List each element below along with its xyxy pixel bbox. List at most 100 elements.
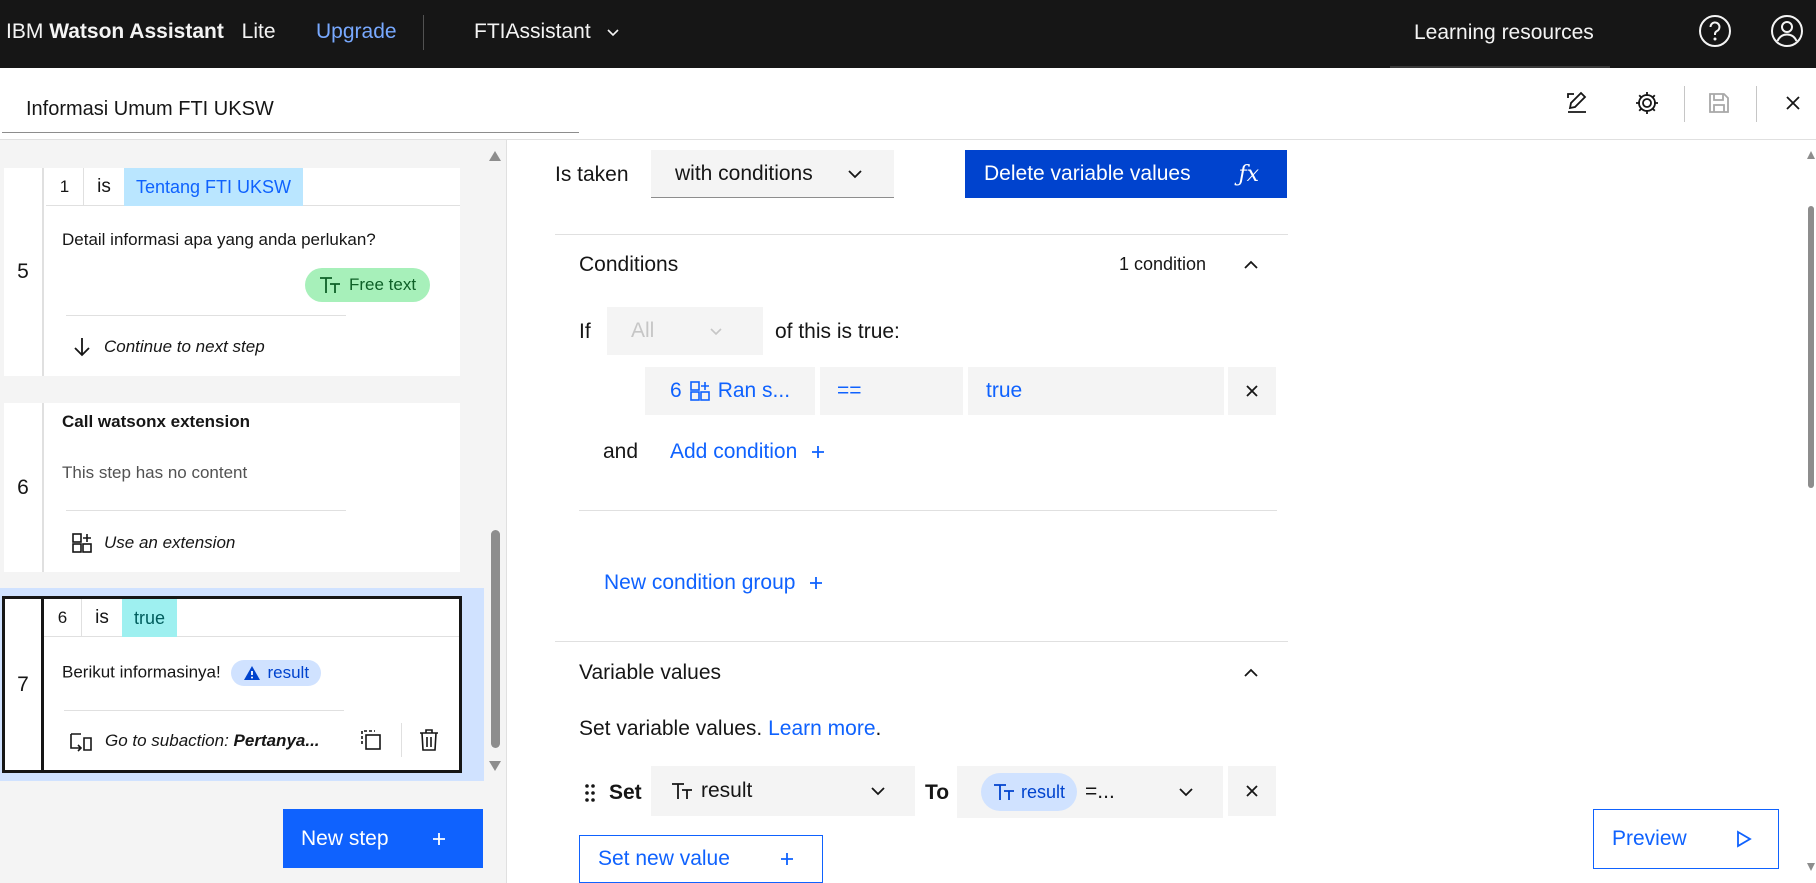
all-any-dropdown[interactable]: All: [607, 307, 763, 355]
user-icon[interactable]: [1770, 14, 1804, 48]
step-number: 7: [5, 599, 44, 770]
step-condition[interactable]: 1 is Tentang FTI UKSW: [46, 167, 460, 206]
value-variable-name: result: [1021, 781, 1066, 802]
panel-divider: [506, 140, 507, 883]
all-any-value: All: [631, 319, 655, 342]
condition-value-tag: Tentang FTI UKSW: [124, 167, 304, 206]
value-expression: =...: [1085, 780, 1115, 803]
step-divider: [66, 510, 346, 511]
save-icon[interactable]: [1706, 90, 1732, 116]
header-divider: [1756, 86, 1757, 122]
delete-variable-values-button[interactable]: Delete variable values ƒx: [965, 150, 1287, 198]
step-card-selected[interactable]: 7 6 is true Berikut informasinya! result…: [2, 596, 462, 773]
text-type-icon: [319, 276, 341, 294]
condition-value-field[interactable]: true: [968, 367, 1224, 415]
assistant-switcher[interactable]: FTIAssistant: [474, 20, 621, 44]
step-number: 5: [4, 168, 44, 376]
topbar-divider: [423, 15, 424, 50]
step-divider: [64, 710, 344, 711]
assistant-name: FTIAssistant: [474, 20, 591, 43]
step-text: Detail informasi apa yang anda perlukan?: [62, 230, 376, 249]
value-variable-tag: result: [981, 773, 1078, 811]
variable-values-title: Variable values: [579, 661, 722, 684]
upgrade-link[interactable]: Upgrade: [316, 20, 397, 44]
step-condition[interactable]: 6 is true: [44, 598, 459, 637]
step-footer-text: Continue to next step: [104, 337, 265, 356]
function-icon: ƒx: [1238, 161, 1259, 187]
is-taken-dropdown[interactable]: with conditions: [651, 150, 894, 198]
chevron-down-icon: [708, 323, 724, 339]
step-footer: Continue to next step: [72, 336, 265, 358]
preview-button[interactable]: Preview: [1593, 809, 1779, 869]
text-type-icon: [671, 782, 693, 800]
product-name[interactable]: IBM Watson Assistant Lite: [6, 20, 276, 44]
chevron-down-icon: [869, 782, 887, 800]
delete-variable-values-label: Delete variable values: [984, 162, 1191, 185]
step-text: Berikut informasinya! result: [62, 660, 322, 686]
chevron-up-icon[interactable]: [1242, 664, 1260, 682]
new-condition-group-button[interactable]: New condition group: [604, 571, 823, 595]
condition-subject[interactable]: 6 Ran s...: [645, 367, 815, 415]
step-number: 6: [4, 403, 44, 572]
chevron-down-icon: [1177, 783, 1195, 801]
free-text-tag: Free text: [305, 268, 431, 302]
description-period: .: [875, 717, 882, 740]
step-footer: Go to subaction: Pertanya...: [69, 730, 320, 752]
close-icon[interactable]: [1780, 90, 1806, 116]
step-divider: [66, 315, 346, 316]
extension-icon: [689, 381, 710, 401]
play-icon: [1734, 830, 1752, 848]
condition-operator-dropdown[interactable]: ==: [820, 367, 963, 415]
learning-resources-indicator: [1390, 66, 1610, 68]
free-text-label: Free text: [349, 275, 417, 294]
variable-values-description: Set variable values. Learn more.: [579, 717, 881, 741]
step-text-content: Berikut informasinya!: [62, 662, 221, 682]
variable-value-dropdown[interactable]: result =...: [957, 766, 1223, 818]
steps-scroll-thumb[interactable]: [491, 530, 500, 748]
action-title-input[interactable]: Informasi Umum FTI UKSW: [2, 88, 579, 133]
condition-step-number: 6: [44, 598, 82, 637]
step-title: Call watsonx extension: [62, 412, 250, 431]
editor-scroll-thumb[interactable]: [1808, 206, 1814, 488]
text-type-icon: [993, 783, 1015, 801]
settings-icon[interactable]: [1634, 90, 1660, 116]
help-icon[interactable]: [1698, 14, 1732, 48]
variable-name: result: [267, 663, 310, 682]
learn-more-link[interactable]: Learn more: [768, 717, 875, 740]
condition-subject-name: Ran s...: [717, 379, 791, 402]
scroll-down-icon[interactable]: [1806, 862, 1816, 872]
variable-name: result: [701, 779, 753, 802]
add-condition-label: Add condition: [670, 440, 798, 463]
subaction-target[interactable]: Pertanya...: [234, 731, 320, 750]
variable-tag[interactable]: result: [231, 660, 322, 686]
scroll-up-icon[interactable]: [1806, 150, 1816, 160]
is-taken-value: with conditions: [675, 161, 813, 185]
learning-resources-link[interactable]: Learning resources: [1414, 21, 1594, 45]
brand-prefix: IBM: [6, 20, 44, 43]
drag-handle-icon[interactable]: [584, 783, 596, 803]
set-new-value-button[interactable]: Set new value: [579, 835, 823, 883]
edit-icon[interactable]: [1564, 90, 1590, 116]
plan-label: Lite: [241, 20, 276, 43]
trash-icon[interactable]: [418, 729, 440, 751]
description-text: Set variable values.: [579, 717, 763, 740]
add-condition-button[interactable]: Add condition: [670, 440, 825, 464]
duplicate-icon[interactable]: [360, 729, 382, 751]
scroll-down-icon[interactable]: [488, 760, 502, 772]
header-divider: [1684, 86, 1685, 122]
and-label: and: [603, 440, 639, 463]
step-card[interactable]: 6 Call watsonx extension This step has n…: [4, 403, 460, 572]
variable-dropdown[interactable]: result: [651, 766, 915, 816]
if-label: If: [579, 320, 591, 343]
step-footer-text: Use an extension: [104, 533, 236, 552]
remove-variable-icon[interactable]: [1228, 766, 1276, 816]
conditions-title: Conditions: [579, 253, 679, 276]
new-condition-group-label: New condition group: [604, 571, 796, 594]
condition-operator: is: [95, 606, 109, 628]
step-text: This step has no content: [62, 463, 248, 482]
chevron-down-icon: [846, 165, 864, 183]
scroll-up-icon[interactable]: [488, 150, 502, 162]
chevron-up-icon[interactable]: [1242, 256, 1260, 274]
new-step-button[interactable]: New step: [283, 809, 483, 868]
remove-condition-icon[interactable]: [1228, 367, 1276, 415]
